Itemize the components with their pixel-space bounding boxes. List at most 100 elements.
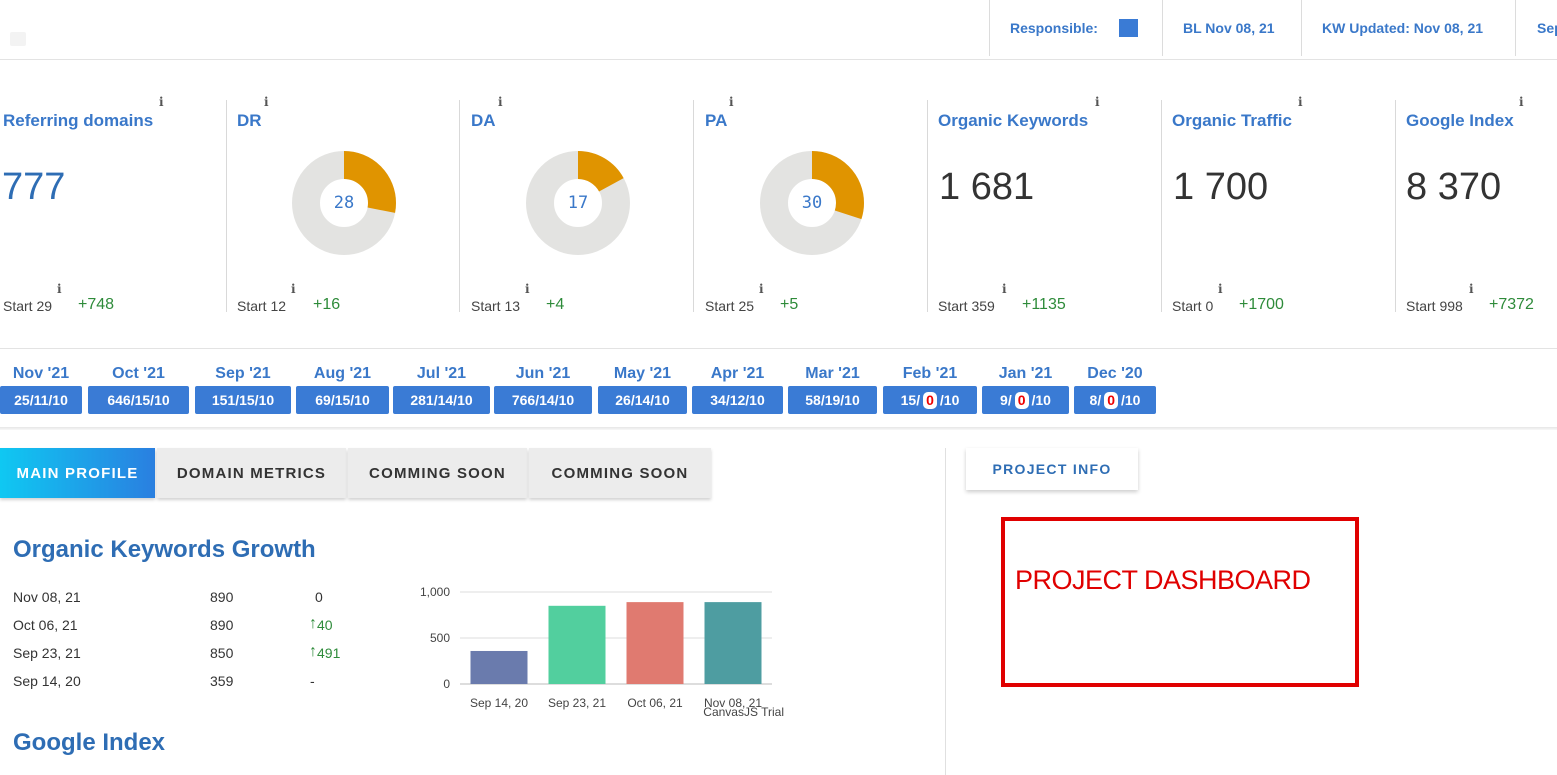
month-stat-b: 14: [437, 392, 454, 408]
metric-da: DA i 17 i Start 13 +4: [459, 95, 693, 314]
tab-project-info[interactable]: PROJECT INFO: [966, 448, 1138, 490]
metric-title: Referring domains: [3, 111, 154, 130]
metric-title: Organic Traffic: [1172, 111, 1292, 130]
month-stat-c: 10: [844, 392, 860, 408]
info-icon[interactable]: i: [1095, 95, 1100, 109]
arrow-up-icon: ↑: [309, 643, 317, 660]
tab-domain-metrics[interactable]: DOMAIN METRICS: [157, 448, 346, 498]
arrow-up-icon: ↑: [309, 615, 317, 632]
separator: /: [1007, 392, 1012, 408]
month-label: Oct '21: [112, 365, 165, 382]
month-stat-c: 10: [1035, 392, 1051, 408]
info-icon[interactable]: i: [1519, 95, 1524, 109]
month-stats-badge[interactable]: 26 / 14 / 10: [598, 386, 687, 414]
month-stat-b: 15: [239, 392, 255, 408]
row-diff-value: 40: [317, 617, 333, 633]
metric-delta: +4: [546, 296, 565, 313]
info-icon[interactable]: i: [1469, 282, 1474, 296]
tab-main-profile[interactable]: MAIN PROFILE: [0, 448, 155, 498]
metric-start: Start 29: [3, 298, 53, 314]
month-stats-badge[interactable]: 34 / 12 / 10: [692, 386, 783, 414]
metric-value: 8 370: [1406, 166, 1502, 208]
info-icon[interactable]: i: [1002, 282, 1007, 296]
months-top-divider: [0, 348, 1557, 349]
month-label: Nov '21: [12, 365, 70, 382]
dr-donut-chart: 28: [291, 150, 397, 256]
pa-donut-chart: 30: [759, 150, 865, 256]
month-stats-badge[interactable]: 281 / 14 / 10: [393, 386, 490, 414]
info-icon[interactable]: i: [1218, 282, 1223, 296]
tab-comming-soon-1[interactable]: COMMING SOON: [348, 448, 527, 498]
month-stats-badge[interactable]: 58 / 19 / 10: [788, 386, 877, 414]
row-date: Oct 06, 21: [13, 617, 78, 633]
month-stat-b: 11: [33, 392, 49, 408]
month-label: Apr '21: [710, 365, 765, 382]
month-stat-b: 19: [824, 392, 841, 408]
month-stats-badge[interactable]: 9 /0/ 10: [982, 386, 1069, 414]
month-label: Feb '21: [902, 365, 958, 382]
month-stat-a: 25: [14, 392, 30, 408]
month-stat-b: 14: [539, 392, 555, 408]
month-stat-b: 0: [1104, 391, 1118, 409]
month-stats-badge[interactable]: 766 / 14 / 10: [494, 386, 592, 414]
info-icon[interactable]: i: [264, 95, 269, 109]
month-stat-c: 10: [457, 392, 473, 408]
info-icon[interactable]: i: [159, 95, 164, 109]
month-stat-b: 15: [334, 392, 351, 408]
row-diff: ↑40: [309, 615, 333, 635]
month-stat-b: 14: [634, 392, 651, 408]
metric-value: 1 700: [1173, 166, 1269, 208]
responsible-color-swatch[interactable]: [1118, 19, 1138, 37]
month-label: Jun '21: [515, 365, 571, 382]
info-icon[interactable]: i: [1298, 95, 1303, 109]
responsible-label: Responsible:: [1010, 20, 1098, 36]
month-stats-badge[interactable]: 151 / 15 / 10: [195, 386, 291, 414]
tab-comming-soon-2[interactable]: COMMING SOON: [529, 448, 711, 498]
info-icon[interactable]: i: [759, 282, 764, 296]
next-header-text: Sep: [1537, 20, 1557, 36]
month-stats-badge[interactable]: 15 /0/ 10: [883, 386, 977, 414]
row-date: Sep 23, 21: [13, 645, 81, 661]
metric-delta: +1700: [1239, 296, 1284, 313]
month-stat-c: 10: [749, 392, 765, 408]
info-icon[interactable]: i: [291, 282, 296, 296]
home-icon[interactable]: [10, 32, 26, 46]
separator: /: [916, 392, 921, 408]
month-label: Jan '21: [998, 365, 1053, 382]
table-row: Sep 23, 21 850 ↑491: [13, 643, 373, 673]
da-donut-chart: 17: [525, 150, 631, 256]
metric-title: Google Index: [1406, 111, 1514, 130]
month-stat-a: 26: [615, 392, 631, 408]
chart-svg: 05001,000Sep 14, 20 Sep 23, 21 Oct 06, 21 N…: [420, 585, 784, 719]
info-icon[interactable]: i: [525, 282, 530, 296]
bl-date: BL Nov 08, 21: [1162, 0, 1301, 56]
month-stat-a: 58: [805, 392, 821, 408]
month-stats-badge[interactable]: 8 /0/ 10: [1074, 386, 1156, 414]
months-bottom-shadow: [0, 427, 1557, 430]
month-stats-badge[interactable]: 646 / 15 / 10: [88, 386, 189, 414]
metric-start: Start 0: [1172, 298, 1214, 314]
row-date: Sep 14, 20: [13, 673, 81, 689]
metric-delta: +748: [78, 296, 115, 313]
metric-referring-domains: Referring domains i 777 i Start 29 +748: [0, 95, 234, 314]
row-diff: ↑491: [309, 643, 340, 663]
month-stats-badge[interactable]: 25 / 11 / 10: [0, 386, 82, 414]
y-tick-label: 0: [443, 677, 450, 691]
month-stat-a: 151: [211, 392, 236, 408]
metric-title: Organic Keywords: [938, 111, 1089, 130]
bl-date-text: BL Nov 08, 21: [1183, 20, 1275, 36]
month-stats-badge[interactable]: 69 / 15 / 10: [296, 386, 389, 414]
metric-title: DR: [237, 111, 262, 130]
month-label: Aug '21: [313, 365, 372, 382]
metric-organic-traffic: Organic Traffic i 1 700 i Start 0 +1700: [1161, 95, 1395, 314]
info-icon[interactable]: i: [729, 95, 734, 109]
row-value: 890: [210, 589, 234, 605]
keywords-growth-title: Organic Keywords Growth: [13, 536, 316, 563]
info-icon[interactable]: i: [57, 282, 62, 296]
info-icon[interactable]: i: [498, 95, 503, 109]
responsible-cell: Responsible:: [989, 0, 1162, 56]
y-tick-label: 1,000: [420, 585, 450, 599]
profile-tabs: MAIN PROFILE DOMAIN METRICS COMMING SOON…: [0, 448, 713, 498]
metric-delta: +16: [313, 296, 341, 313]
project-dashboard-text: PROJECT DASHBOARD: [1015, 565, 1311, 595]
